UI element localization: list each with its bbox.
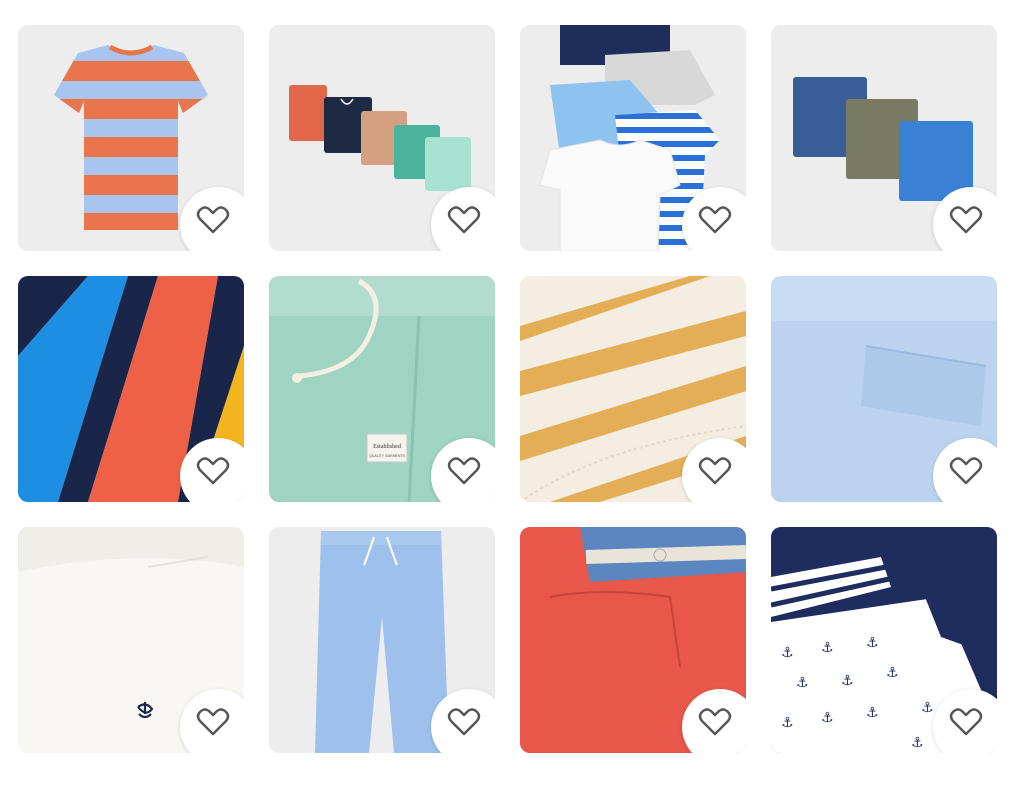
svg-text:⚓: ⚓ bbox=[886, 665, 899, 681]
product-card-yellow-stripe-fringe-detail[interactable] bbox=[520, 276, 746, 502]
label-tag-text: Established bbox=[373, 444, 401, 450]
svg-text:⚓: ⚓ bbox=[866, 635, 879, 651]
svg-text:⚓: ⚓ bbox=[866, 705, 879, 721]
product-card-five-pack-tshirts[interactable] bbox=[520, 25, 746, 251]
svg-text:⚓: ⚓ bbox=[911, 735, 924, 751]
product-card-light-blue-shorts-detail[interactable] bbox=[771, 276, 997, 502]
product-card-navy-anchor-shorts-detail[interactable]: ⚓ ⚓ ⚓ ⚓ ⚓ ⚓ ⚓ ⚓ ⚓ ⚓ ⚓ bbox=[771, 527, 997, 753]
svg-text:⚓: ⚓ bbox=[921, 700, 934, 716]
heart-icon bbox=[949, 206, 983, 234]
product-card-white-polo-detail[interactable] bbox=[18, 527, 244, 753]
heart-icon bbox=[196, 206, 230, 234]
heart-icon bbox=[196, 457, 230, 485]
svg-text:⚓: ⚓ bbox=[781, 715, 794, 731]
heart-icon bbox=[447, 708, 481, 736]
product-card-striped-tshirt[interactable] bbox=[18, 25, 244, 251]
svg-text:⚓: ⚓ bbox=[821, 710, 834, 726]
product-card-red-shorts-waistband-detail[interactable] bbox=[520, 527, 746, 753]
heart-icon bbox=[698, 206, 732, 234]
svg-text:⚓: ⚓ bbox=[821, 640, 834, 656]
heart-icon bbox=[196, 708, 230, 736]
heart-icon bbox=[698, 708, 732, 736]
svg-text:⚓: ⚓ bbox=[781, 645, 794, 661]
svg-text:⚓: ⚓ bbox=[841, 673, 854, 689]
product-grid: Established QUALITY GARMENTS ⚓ ⚓ ⚓ ⚓ ⚓ ⚓… bbox=[18, 25, 997, 753]
heart-icon bbox=[949, 708, 983, 736]
heart-icon bbox=[447, 206, 481, 234]
heart-icon bbox=[949, 457, 983, 485]
product-card-three-pack-chino-shorts[interactable] bbox=[771, 25, 997, 251]
product-card-five-pack-shorts[interactable] bbox=[269, 25, 495, 251]
product-card-colorblock-shorts-detail[interactable] bbox=[18, 276, 244, 502]
product-card-mint-linen-shorts-detail[interactable]: Established QUALITY GARMENTS bbox=[269, 276, 495, 502]
heart-icon bbox=[447, 457, 481, 485]
svg-text:⚓: ⚓ bbox=[796, 675, 809, 691]
product-card-light-blue-joggers[interactable] bbox=[269, 527, 495, 753]
label-tag-subtext: QUALITY GARMENTS bbox=[369, 454, 405, 458]
heart-icon bbox=[698, 457, 732, 485]
